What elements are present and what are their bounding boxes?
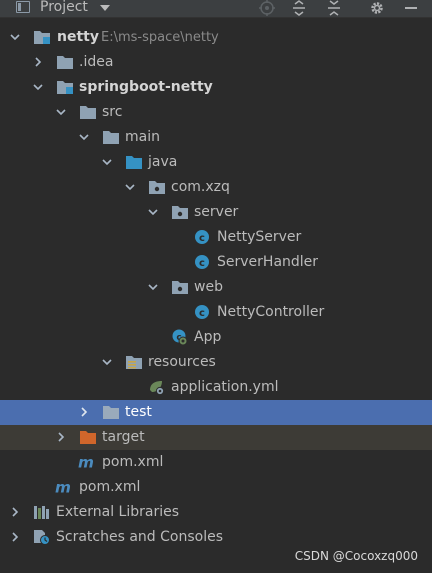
tree-item-resources[interactable]: resources xyxy=(0,350,432,375)
tree-item-label: server xyxy=(194,204,239,220)
chevron-down-icon[interactable] xyxy=(78,131,90,143)
library-icon xyxy=(34,506,49,519)
chevron-down-icon[interactable] xyxy=(124,181,136,193)
project-view-selector[interactable]: Project xyxy=(16,0,110,16)
tree-item-netty[interactable]: netty E:\ms-space\netty xyxy=(0,25,432,50)
svg-text:m: m xyxy=(78,454,94,470)
scratches-icon xyxy=(34,530,50,545)
tree-item-label: pom.xml xyxy=(102,454,164,470)
tree-item-java[interactable]: java xyxy=(0,150,432,175)
module-folder-icon xyxy=(57,81,73,94)
source-folder-icon xyxy=(126,156,142,169)
tree-item-netty-server[interactable]: c NettyServer xyxy=(0,225,432,250)
maven-icon: m xyxy=(78,454,94,470)
tree-item-idea[interactable]: .idea xyxy=(0,50,432,75)
tree-item-server[interactable]: server xyxy=(0,200,432,225)
project-icon xyxy=(16,1,30,13)
tree-item-label: .idea xyxy=(79,54,114,70)
tree-item-test[interactable]: test xyxy=(0,400,432,425)
watermark: CSDN @Cocoxzq000 xyxy=(294,549,418,563)
folder-icon xyxy=(57,56,73,69)
gear-icon[interactable] xyxy=(368,0,386,16)
chevron-down-icon[interactable] xyxy=(55,106,67,118)
chevron-right-icon[interactable] xyxy=(9,531,21,543)
tree-item-label: application.yml xyxy=(171,379,279,395)
collapse-all-icon[interactable] xyxy=(325,0,343,16)
tree-item-label: NettyController xyxy=(217,304,325,320)
chevron-down-icon[interactable] xyxy=(101,156,113,168)
tree-item-scratches[interactable]: Scratches and Consoles xyxy=(0,525,432,550)
folder-icon xyxy=(103,406,119,419)
tree-item-label: resources xyxy=(148,354,216,370)
tree-item-label: springboot-netty xyxy=(79,79,213,95)
tree-item-pom-xml[interactable]: m pom.xml xyxy=(0,475,432,500)
package-icon xyxy=(172,281,188,294)
chevron-right-icon[interactable] xyxy=(55,431,67,443)
chevron-right-icon[interactable] xyxy=(9,506,21,518)
svg-text:c: c xyxy=(199,308,205,319)
tree-item-label: java xyxy=(148,154,178,170)
tree-item-label: pom.xml xyxy=(79,479,141,495)
tree-item-application-yml[interactable]: application.yml xyxy=(0,375,432,400)
tree-item-label: test xyxy=(125,404,152,420)
class-icon: c xyxy=(195,230,209,244)
chevron-right-icon[interactable] xyxy=(78,406,90,418)
chevron-down-icon[interactable] xyxy=(147,206,159,218)
folder-icon xyxy=(103,131,119,144)
tree-item-label: ServerHandler xyxy=(217,254,319,270)
tree-item-label: netty xyxy=(57,29,99,45)
tree-item-label: main xyxy=(125,129,160,145)
tree-item-app[interactable]: c App xyxy=(0,325,432,350)
expand-all-icon[interactable] xyxy=(290,0,308,16)
tree-item-web[interactable]: web xyxy=(0,275,432,300)
svg-text:c: c xyxy=(199,233,205,244)
tree-item-springboot-netty[interactable]: springboot-netty xyxy=(0,75,432,100)
tree-item-netty-controller[interactable]: c NettyController xyxy=(0,300,432,325)
tree-item-label: src xyxy=(102,104,123,120)
resources-folder-icon xyxy=(126,356,142,369)
tree-item-label: target xyxy=(102,429,145,445)
tree-item-com-xzq[interactable]: com.xzq xyxy=(0,175,432,200)
locate-icon[interactable] xyxy=(258,0,276,16)
tree-item-label: com.xzq xyxy=(171,179,230,195)
chevron-down-icon[interactable] xyxy=(99,5,110,11)
project-title: Project xyxy=(40,0,88,15)
module-folder-icon xyxy=(34,31,50,44)
chevron-down-icon[interactable] xyxy=(32,81,44,93)
tree-item-server-handler[interactable]: c ServerHandler xyxy=(0,250,432,275)
svg-text:c: c xyxy=(199,258,205,269)
tree-item-target[interactable]: target xyxy=(0,425,432,450)
spring-config-icon xyxy=(150,381,165,395)
chevron-right-icon[interactable] xyxy=(32,56,44,68)
chevron-down-icon[interactable] xyxy=(9,31,21,43)
svg-text:m: m xyxy=(55,479,71,495)
maven-icon: m xyxy=(55,479,71,495)
package-icon xyxy=(149,181,165,194)
tree-item-label: App xyxy=(194,329,222,345)
tree-item-label: External Libraries xyxy=(56,504,179,520)
tree-item-external-libraries[interactable]: External Libraries xyxy=(0,500,432,525)
excluded-folder-icon xyxy=(80,431,96,444)
tree-item-main[interactable]: main xyxy=(0,125,432,150)
tree-item-label: web xyxy=(194,279,223,295)
spring-boot-class-icon: c xyxy=(172,329,188,345)
tree-item-label: Scratches and Consoles xyxy=(56,529,223,545)
tree-item-src[interactable]: src xyxy=(0,100,432,125)
package-icon xyxy=(172,206,188,219)
class-icon: c xyxy=(195,255,209,269)
chevron-down-icon[interactable] xyxy=(147,281,159,293)
class-icon: c xyxy=(195,305,209,319)
chevron-down-icon[interactable] xyxy=(101,356,113,368)
tree-item-pom-xml[interactable]: m pom.xml xyxy=(0,450,432,475)
module-path: E:\ms-space\netty xyxy=(101,30,219,45)
hide-icon[interactable] xyxy=(402,0,420,16)
tree-item-label: NettyServer xyxy=(217,229,302,245)
folder-icon xyxy=(80,106,96,119)
project-toolbar: Project xyxy=(0,0,432,18)
